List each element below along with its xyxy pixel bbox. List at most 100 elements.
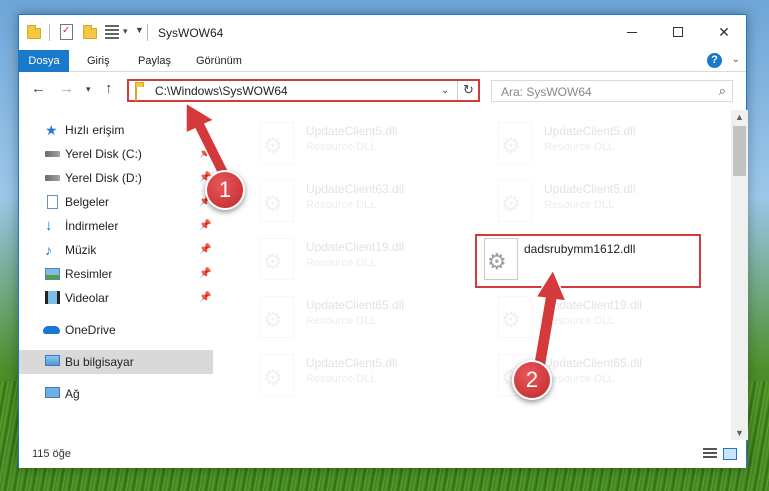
dll-file-icon — [260, 354, 294, 396]
scroll-down-icon[interactable]: ▼ — [735, 428, 744, 438]
sidebar-item-label: Müzik — [65, 243, 97, 257]
file-name: UpdateClient5.dll — [544, 124, 636, 138]
back-arrow-icon[interactable]: ← — [31, 80, 46, 97]
drive-icon — [45, 175, 60, 181]
file-tile-dadsrubymm1612[interactable]: dadsrubymm1612.dll — [475, 234, 701, 288]
music-icon: ♪ — [45, 242, 52, 258]
file-tile[interactable]: UpdateClient65.dll Resource DLL — [471, 346, 697, 400]
dll-file-icon — [260, 122, 294, 164]
file-tile[interactable]: UpdateClient19.dll Resource DLL — [233, 230, 459, 284]
chevron-down-icon[interactable]: ⌄ — [441, 85, 449, 96]
search-input[interactable]: Ara: SysWOW64 ⌕ — [491, 80, 733, 102]
sidebar-item-quick-access[interactable]: ★ Hızlı erişim — [19, 118, 213, 142]
file-type: Resource DLL — [544, 141, 615, 153]
dll-file-icon — [260, 180, 294, 222]
tab-share[interactable]: Paylaş — [130, 50, 179, 72]
pin-icon[interactable]: 📌 — [199, 148, 211, 159]
new-folder-icon[interactable] — [83, 24, 97, 42]
sidebar-item-label: Bu bilgisayar — [65, 355, 134, 369]
ribbon-tabs: Dosya Giriş Paylaş Görünüm ? ⌄ — [19, 50, 746, 72]
sidebar-item-label: Resimler — [65, 267, 113, 281]
minimize-icon — [627, 31, 637, 33]
file-type: Resource DLL — [306, 199, 377, 211]
this-pc-icon — [45, 355, 60, 366]
vertical-scrollbar[interactable]: ▲ ▼ — [731, 110, 748, 440]
scrollbar-thumb[interactable] — [733, 126, 746, 176]
file-explorer-window: ▾ ▼ SysWOW64 ✕ Dosya Giriş Paylaş Görünü… — [18, 14, 748, 468]
help-icon[interactable]: ? — [707, 53, 722, 68]
scroll-up-icon[interactable]: ▲ — [735, 112, 744, 122]
documents-icon — [47, 195, 58, 209]
up-arrow-icon[interactable]: ↑ — [105, 80, 113, 97]
close-icon: ✕ — [718, 23, 730, 40]
sidebar-item-videos[interactable]: Videolar 📌 — [19, 286, 213, 310]
file-type: Resource DLL — [544, 315, 615, 327]
sidebar-item-onedrive[interactable]: OneDrive — [19, 318, 213, 342]
pin-icon[interactable]: 📌 — [199, 244, 211, 255]
pictures-icon — [45, 268, 60, 280]
file-tile[interactable]: UpdateClient65.dll Resource DLL — [233, 288, 459, 342]
pin-icon[interactable]: 📌 — [199, 268, 211, 279]
sidebar-item-documents[interactable]: Belgeler 📌 — [19, 190, 213, 214]
file-name: UpdateClient65.dll — [306, 298, 405, 312]
navigation-bar: ← → ▾ ↑ C:\Windows\SysWOW64 ⌄ ↻ Ara: Sys… — [19, 72, 746, 110]
search-icon[interactable]: ⌕ — [719, 83, 726, 99]
file-tile[interactable]: UpdateClient5.dll Resource DLL — [471, 114, 697, 168]
sidebar-item-label: Videolar — [65, 291, 109, 305]
tab-home[interactable]: Giriş — [79, 50, 118, 72]
expand-ribbon-icon[interactable]: ⌄ — [732, 54, 740, 65]
toolbar-divider — [49, 24, 50, 41]
address-bar[interactable]: C:\Windows\SysWOW64 ⌄ ↻ — [127, 79, 480, 102]
step-1-marker: 1 — [205, 170, 245, 210]
address-path[interactable]: C:\Windows\SysWOW64 — [155, 84, 288, 98]
file-tile[interactable]: UpdateClient5.dll Resource DLL — [233, 114, 459, 168]
sidebar-item-downloads[interactable]: ↓ İndirmeler 📌 — [19, 214, 213, 238]
file-tile[interactable]: UpdateClient5.dll Resource DLL — [233, 346, 459, 400]
sidebar-item-network[interactable]: Ağ — [19, 382, 213, 406]
dll-file-icon — [498, 180, 532, 222]
sidebar-item-pictures[interactable]: Resimler 📌 — [19, 262, 213, 286]
maximize-icon — [673, 27, 683, 37]
details-view-icon[interactable] — [703, 448, 717, 460]
pin-icon[interactable]: 📌 — [199, 220, 211, 231]
sidebar-item-this-pc[interactable]: Bu bilgisayar — [19, 350, 213, 374]
recent-locations-icon[interactable]: ▾ — [86, 84, 91, 95]
forward-arrow-icon[interactable]: → — [59, 80, 74, 97]
dll-file-icon — [260, 296, 294, 338]
customize-toolbar-icon[interactable]: ▼ — [135, 25, 144, 35]
chevron-down-icon[interactable]: ▾ — [123, 26, 128, 37]
sidebar-item-local-disk-d[interactable]: Yerel Disk (D:) 📌 — [19, 166, 213, 190]
file-name: UpdateClient63.dll — [306, 182, 405, 196]
properties-icon[interactable] — [60, 24, 73, 40]
file-name: UpdateClient5.dll — [306, 356, 398, 370]
sidebar-item-label: Hızlı erişim — [65, 123, 125, 137]
download-icon: ↓ — [45, 217, 53, 234]
tab-file[interactable]: Dosya — [19, 50, 69, 72]
network-icon — [45, 387, 60, 398]
item-count: 115 öğe — [32, 448, 71, 460]
close-button[interactable]: ✕ — [701, 15, 747, 49]
file-name: dadsrubymm1612.dll — [524, 242, 636, 256]
pin-icon[interactable]: 📌 — [199, 292, 211, 303]
sidebar-item-local-disk-c[interactable]: Yerel Disk (C:) 📌 — [19, 142, 213, 166]
file-tile[interactable]: UpdateClient19.dll Resource DLL — [471, 288, 697, 342]
sidebar-item-label: Yerel Disk (C:) — [65, 147, 142, 161]
large-icons-view-icon[interactable] — [723, 448, 737, 460]
tab-view[interactable]: Görünüm — [188, 50, 250, 72]
navigation-pane: ★ Hızlı erişim Yerel Disk (C:) 📌 Yerel D… — [19, 110, 213, 440]
refresh-icon[interactable]: ↻ — [463, 82, 474, 98]
folder-icon — [135, 85, 137, 101]
file-name: UpdateClient19.dll — [544, 298, 643, 312]
videos-icon — [45, 291, 60, 304]
sidebar-item-label: OneDrive — [65, 323, 116, 337]
maximize-button[interactable] — [655, 15, 701, 49]
file-tile[interactable]: UpdateClient63.dll Resource DLL — [233, 172, 459, 226]
file-name: UpdateClient5.dll — [544, 182, 636, 196]
minimize-button[interactable] — [609, 15, 655, 49]
sidebar-item-music[interactable]: ♪ Müzik 📌 — [19, 238, 213, 262]
dll-file-icon — [484, 238, 518, 280]
title-divider — [147, 24, 148, 41]
file-tile[interactable]: UpdateClient5.dll Resource DLL — [471, 172, 697, 226]
dll-file-icon — [260, 238, 294, 280]
view-toggle-icon[interactable] — [105, 25, 119, 39]
